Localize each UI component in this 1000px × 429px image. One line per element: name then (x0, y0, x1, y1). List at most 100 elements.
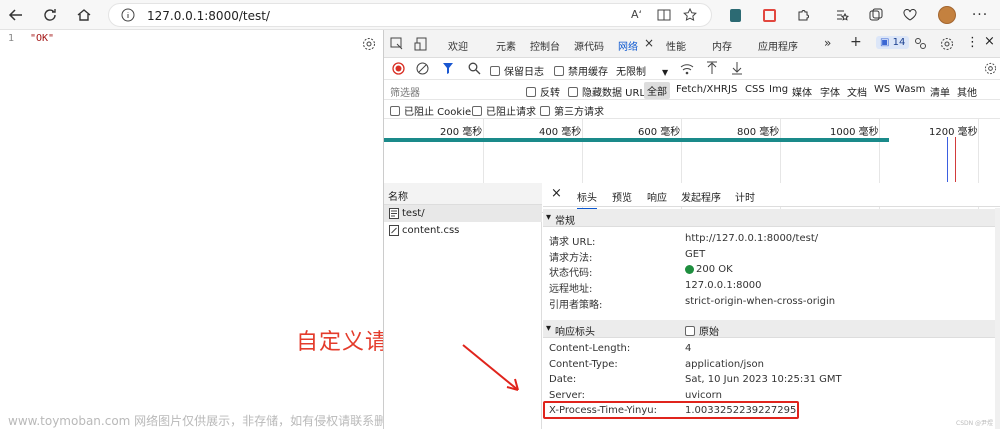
tab-network[interactable]: 网络 (618, 38, 638, 53)
invert-checkbox[interactable]: 反转 (526, 84, 560, 99)
favorite-star-icon[interactable] (683, 7, 697, 25)
extension-green-icon[interactable] (725, 5, 745, 25)
third-party-checkbox[interactable]: 第三方请求 (540, 103, 604, 118)
filter-type-font[interactable]: 字体 (820, 84, 840, 99)
checkbox-box[interactable] (685, 326, 695, 336)
filter-type-js[interactable]: JS (728, 84, 737, 95)
hide-data-url-checkbox[interactable]: 隐藏数据 URL (568, 84, 645, 99)
filter-type-css[interactable]: CSS (745, 84, 765, 95)
tab-elements[interactable]: 元素 (496, 38, 516, 53)
close-devtools-icon[interactable]: × (984, 34, 995, 49)
request-row[interactable]: test/ (384, 205, 542, 222)
close-detail-icon[interactable]: × (551, 186, 562, 201)
filter-funnel-icon[interactable] (442, 62, 454, 78)
tab-preview[interactable]: 预览 (612, 189, 632, 204)
filter-type-img[interactable]: Img (769, 84, 788, 95)
throttle-select[interactable]: 无限制 ▼ (616, 63, 668, 78)
timeline-tick-label: 400 毫秒 (539, 127, 582, 138)
inspect-element-icon[interactable] (390, 37, 404, 54)
filter-type-fetch-xhr[interactable]: Fetch/XHR (676, 84, 728, 95)
response-headers-title: 响应标头 (555, 327, 595, 338)
tab-sources[interactable]: 源代码 (574, 38, 604, 53)
checkbox-box[interactable] (472, 106, 482, 116)
preserve-log-checkbox[interactable]: 保留日志 (490, 63, 544, 78)
filter-input[interactable]: 筛选器 (390, 84, 420, 99)
tab-initiator[interactable]: 发起程序 (681, 189, 721, 204)
request-row[interactable]: content.css (384, 222, 542, 239)
checkbox-box[interactable] (554, 66, 564, 76)
search-icon[interactable] (468, 62, 481, 78)
back-icon[interactable] (6, 5, 26, 25)
checkbox-box[interactable] (490, 66, 500, 76)
filter-type-doc[interactable]: 文档 (847, 84, 867, 99)
response-header-key: X-Process-Time-Yinyu: (549, 405, 657, 416)
general-key: 远程地址: (549, 284, 593, 295)
settings-gear-icon[interactable] (940, 37, 954, 54)
reader-view-icon[interactable] (657, 9, 671, 24)
filter-type-ws[interactable]: WS (874, 84, 890, 95)
more-tabs-icon[interactable]: » (824, 36, 831, 50)
checkbox-box[interactable] (540, 106, 550, 116)
info-icon[interactable] (121, 8, 135, 25)
invert-label: 反转 (540, 88, 560, 99)
filter-type-wasm[interactable]: Wasm (895, 84, 925, 95)
close-network-tab-icon[interactable]: × (644, 36, 654, 50)
checkbox-box[interactable] (526, 87, 536, 97)
tab-timing[interactable]: 计时 (735, 189, 755, 204)
more-menu-icon[interactable]: ··· (970, 5, 990, 25)
stylesheet-icon (389, 225, 399, 239)
network-settings-gear-icon[interactable] (984, 62, 997, 78)
tab-console[interactable]: 控制台 (530, 38, 560, 53)
response-header-value: uvicorn (685, 390, 722, 401)
add-tab-icon[interactable]: + (850, 34, 862, 50)
favorites-list-icon[interactable] (832, 5, 852, 25)
profile-avatar[interactable] (937, 5, 957, 25)
blocked-cookie-label: 已阻止 Cookie (404, 107, 472, 118)
home-icon[interactable] (74, 5, 94, 25)
tab-response[interactable]: 响应 (647, 189, 667, 204)
device-emulation-icon[interactable] (414, 37, 428, 54)
page-settings-gear-icon[interactable] (362, 37, 376, 54)
collections-icon[interactable] (866, 5, 886, 25)
response-headers-section-header[interactable]: ▾ 响应标头 原始 (543, 320, 1000, 338)
timeline-tick-label: 1000 毫秒 (830, 127, 879, 138)
tab-welcome[interactable]: 欢迎 (448, 38, 468, 53)
refresh-icon[interactable] (40, 5, 60, 25)
checkbox-box[interactable] (568, 87, 578, 97)
timeline-tick-label: 600 毫秒 (638, 127, 681, 138)
blocked-cookie-checkbox[interactable]: 已阻止 Cookie (390, 103, 471, 118)
read-aloud-icon[interactable]: Aʻ (631, 8, 642, 21)
general-section-header[interactable]: ▾ 常规 (543, 209, 1000, 227)
tab-memory[interactable]: 内存 (712, 38, 732, 53)
name-header-label: 名称 (388, 192, 408, 203)
network-conditions-icon[interactable] (680, 62, 694, 78)
devtools-more-icon[interactable]: ⋮ (966, 35, 979, 50)
tab-headers[interactable]: 标头 (577, 189, 597, 210)
timeline-tick-label: 800 毫秒 (737, 127, 780, 138)
general-value: http://127.0.0.1:8000/test/ (685, 233, 819, 244)
import-har-icon[interactable] (706, 61, 718, 78)
filter-type-media[interactable]: 媒体 (792, 84, 812, 99)
customize-icon[interactable] (914, 37, 927, 53)
tab-performance[interactable]: 性能 (666, 38, 686, 53)
blocked-requests-checkbox[interactable]: 已阻止请求 (472, 103, 536, 118)
extension-red-icon[interactable] (759, 5, 779, 25)
tab-application[interactable]: 应用程序 (758, 38, 798, 53)
record-icon[interactable] (392, 62, 405, 78)
scrollbar[interactable] (995, 208, 1000, 429)
name-column-header[interactable]: 名称 (384, 183, 542, 205)
clear-icon[interactable] (416, 62, 429, 78)
disable-cache-checkbox[interactable]: 禁用缓存 (554, 63, 608, 78)
extensions-puzzle-icon[interactable] (793, 5, 813, 25)
export-har-icon[interactable] (731, 61, 743, 78)
filter-type-other[interactable]: 其他 (957, 84, 977, 99)
checkbox-box[interactable] (390, 106, 400, 116)
address-bar[interactable]: 127.0.0.1:8000/test/ Aʻ (108, 3, 712, 27)
filter-type-all[interactable]: 全部 (644, 82, 670, 99)
filter-type-manifest[interactable]: 清单 (930, 84, 950, 99)
issues-badge[interactable]: ▣ 14 (876, 36, 910, 49)
expand-triangle-icon: ▾ (546, 212, 552, 223)
raw-checkbox[interactable]: 原始 (685, 323, 719, 338)
browser-essentials-icon[interactable] (900, 5, 920, 25)
url-text[interactable]: 127.0.0.1:8000/test/ (147, 9, 270, 23)
